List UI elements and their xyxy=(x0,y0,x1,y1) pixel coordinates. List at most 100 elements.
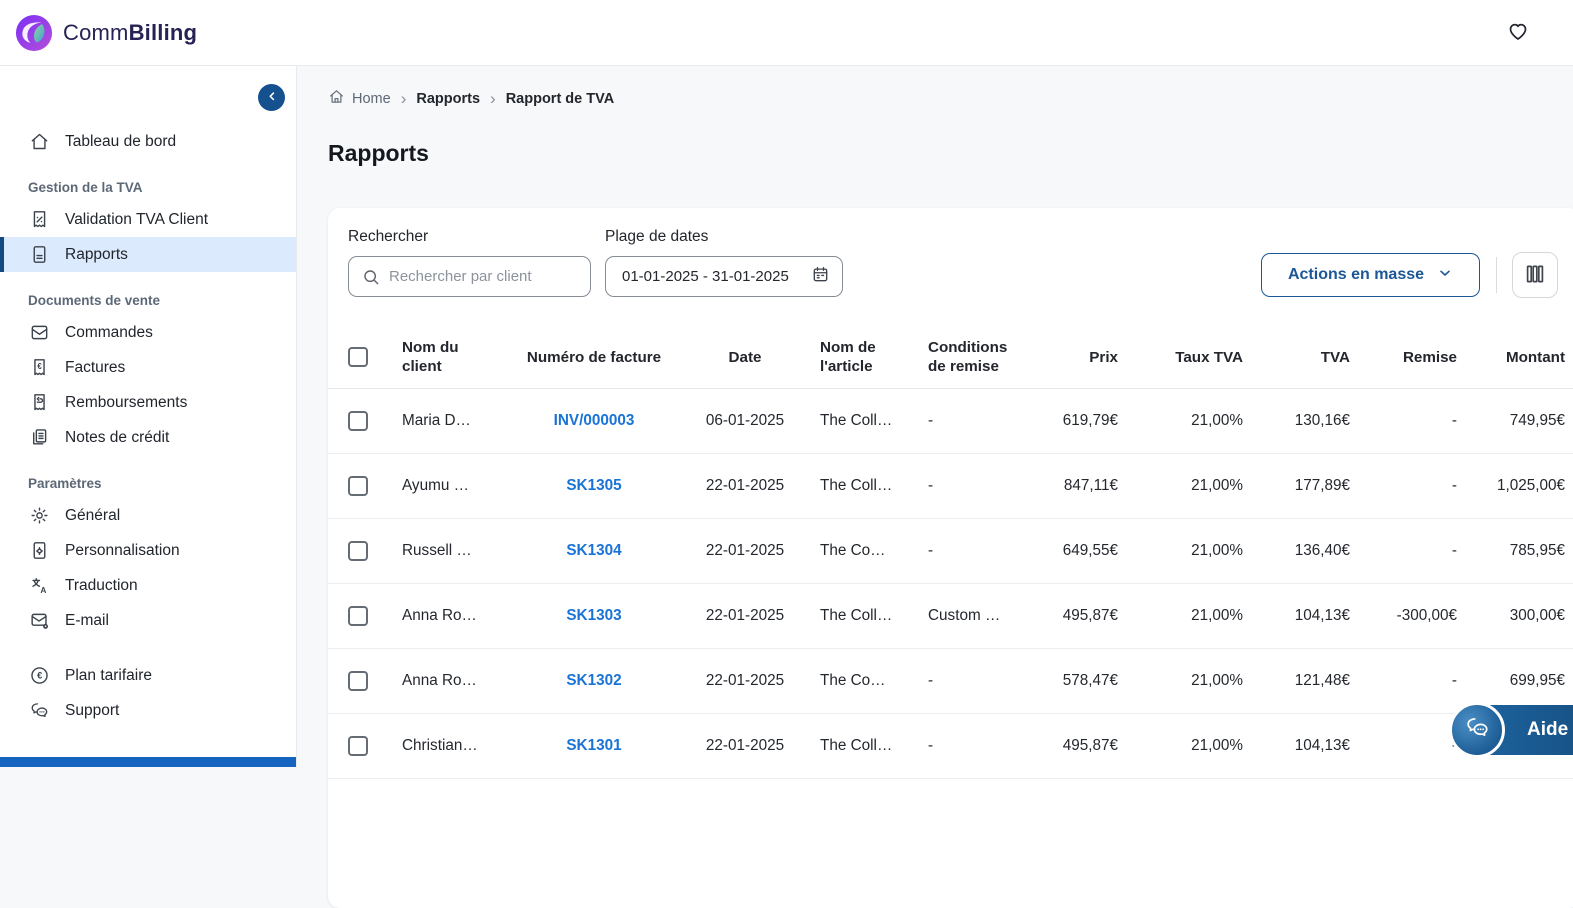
cell-montant: 749,95€ xyxy=(1509,412,1565,429)
cell-article: The Coll… xyxy=(820,737,893,754)
sidebar-item-general[interactable]: Général xyxy=(0,498,296,533)
brand[interactable]: CommBilling xyxy=(15,14,197,52)
favorites-button[interactable] xyxy=(1504,17,1532,48)
sidebar-collapse-button[interactable] xyxy=(258,84,285,111)
cell-prix: 578,47€ xyxy=(1062,672,1118,689)
cell-montant: 300,00€ xyxy=(1509,607,1565,624)
filters-bar: Rechercher Plage de dates 01-01-2025 - 3… xyxy=(328,208,1573,326)
sidebar-item-factures[interactable]: € Factures xyxy=(0,350,296,385)
column-header-taux-tva[interactable]: Taux TVA xyxy=(1118,348,1243,367)
date-range-label: Plage de dates xyxy=(605,228,709,245)
column-header-remise[interactable]: Remise xyxy=(1350,348,1457,367)
sidebar-section-documents-vente: Documents de vente xyxy=(28,293,161,308)
cell-remise: - xyxy=(1451,542,1457,559)
chevron-left-icon xyxy=(265,89,279,106)
sidebar-item-label: Général xyxy=(65,506,121,524)
cell-date: 22-01-2025 xyxy=(705,477,785,494)
cell-taux-tva: 21,00% xyxy=(1191,412,1243,429)
cell-tva: 136,40€ xyxy=(1294,542,1350,559)
cell-taux-tva: 21,00% xyxy=(1191,672,1243,689)
cell-tva: 121,48€ xyxy=(1294,672,1350,689)
column-settings-button[interactable] xyxy=(1512,252,1558,298)
row-checkbox[interactable] xyxy=(348,411,368,431)
invoice-link[interactable]: SK1303 xyxy=(566,607,621,624)
reports-card: Rechercher Plage de dates 01-01-2025 - 3… xyxy=(328,208,1573,908)
invoice-link[interactable]: INV/000003 xyxy=(554,412,635,429)
sidebar-item-tableau-de-bord[interactable]: Tableau de bord xyxy=(0,124,296,159)
column-header-nom-article[interactable]: Nom de l'article xyxy=(790,338,928,376)
sidebar-item-support[interactable]: Support xyxy=(0,693,296,728)
cell-conditions: Custom … xyxy=(928,607,1001,624)
invoice-link[interactable]: SK1301 xyxy=(566,737,621,754)
column-header-date[interactable]: Date xyxy=(668,348,790,367)
row-checkbox[interactable] xyxy=(348,606,368,626)
sidebar-item-label: Support xyxy=(65,701,120,719)
chevron-right-icon: › xyxy=(490,89,496,108)
invoice-link[interactable]: SK1304 xyxy=(566,542,621,559)
main-content: Home › Rapports › Rapport de TVA Rapport… xyxy=(297,66,1573,908)
cell-client: Ayumu … xyxy=(402,477,469,494)
row-checkbox[interactable] xyxy=(348,541,368,561)
help-chat-button[interactable] xyxy=(1449,702,1505,758)
gear-icon xyxy=(28,505,50,526)
cell-date: 22-01-2025 xyxy=(705,607,785,624)
table-header-row: Nom du client Numéro de facture Date Nom… xyxy=(328,326,1573,389)
svg-text:€: € xyxy=(37,671,42,681)
cell-montant: 699,95€ xyxy=(1509,672,1565,689)
cell-article: The Coll… xyxy=(820,412,893,429)
sidebar-item-traduction[interactable]: A Traduction xyxy=(0,568,296,603)
translation-icon: A xyxy=(28,575,50,596)
row-checkbox[interactable] xyxy=(348,671,368,691)
cell-prix: 495,87€ xyxy=(1062,737,1118,754)
app-header: CommBilling xyxy=(0,0,1573,66)
sidebar-item-validation-tva-client[interactable]: Validation TVA Client xyxy=(0,202,296,237)
email-icon xyxy=(28,610,50,631)
select-all-checkbox[interactable] xyxy=(348,347,368,367)
sidebar-item-plan-tarifaire[interactable]: € Plan tarifaire xyxy=(0,658,296,693)
sidebar-item-label: Rapports xyxy=(65,245,128,263)
sidebar-bottom-bar[interactable] xyxy=(0,757,296,767)
cell-tva: 104,13€ xyxy=(1294,737,1350,754)
reports-table: Nom du client Numéro de facture Date Nom… xyxy=(328,326,1573,779)
cell-client: Christian… xyxy=(402,737,478,754)
logo-mark-icon xyxy=(15,14,53,52)
cell-remise: - xyxy=(1350,737,1457,755)
row-checkbox[interactable] xyxy=(348,476,368,496)
column-header-conditions-remise[interactable]: Conditions de remise xyxy=(928,338,1020,376)
invoice-link[interactable]: SK1305 xyxy=(566,477,621,494)
sidebar-item-personnalisation[interactable]: Personnalisation xyxy=(0,533,296,568)
column-header-prix[interactable]: Prix xyxy=(1020,348,1118,367)
cell-conditions: - xyxy=(928,737,934,754)
invoice-link[interactable]: SK1302 xyxy=(566,672,621,689)
cell-tva: 104,13€ xyxy=(1294,607,1350,624)
sidebar-item-email[interactable]: E-mail xyxy=(0,603,296,638)
cell-client: Anna Ro… xyxy=(402,672,477,689)
cell-montant: 1,025,00€ xyxy=(1496,477,1565,494)
breadcrumb-rapports[interactable]: Rapports xyxy=(416,91,480,107)
table-row: Christian… SK1301 22-01-2025 The Coll… -… xyxy=(328,714,1573,779)
cell-prix: 619,79€ xyxy=(1062,412,1118,429)
sidebar-item-remboursements[interactable]: Remboursements xyxy=(0,385,296,420)
column-header-numero-de-facture[interactable]: Numéro de facture xyxy=(520,348,668,367)
bulk-actions-button[interactable]: Actions en masse xyxy=(1261,253,1480,297)
cell-remise: - xyxy=(1451,477,1457,494)
sidebar-item-notes-de-credit[interactable]: Notes de crédit xyxy=(0,420,296,455)
row-checkbox[interactable] xyxy=(348,736,368,756)
help-button-label: Aide xyxy=(1527,719,1569,740)
column-header-tva[interactable]: TVA xyxy=(1243,348,1350,367)
breadcrumb-home[interactable]: Home xyxy=(328,88,391,109)
column-header-nom-du-client[interactable]: Nom du client xyxy=(388,338,520,376)
table-row: Maria D… INV/000003 06-01-2025 The Coll…… xyxy=(328,389,1573,454)
sidebar-item-commandes[interactable]: Commandes xyxy=(0,315,296,350)
column-header-montant[interactable]: Montant xyxy=(1457,348,1565,367)
cell-client: Maria D… xyxy=(402,412,471,429)
breadcrumb: Home › Rapports › Rapport de TVA xyxy=(328,88,614,109)
sidebar-item-label: E-mail xyxy=(65,611,109,629)
home-icon xyxy=(28,131,50,152)
cell-date: 22-01-2025 xyxy=(705,672,785,689)
search-input[interactable] xyxy=(349,257,590,296)
cell-article: The Co… xyxy=(820,542,886,559)
date-range-field[interactable]: 01-01-2025 - 31-01-2025 xyxy=(605,256,843,297)
sidebar-item-rapports[interactable]: Rapports xyxy=(0,237,296,272)
credit-notes-icon xyxy=(28,427,50,448)
